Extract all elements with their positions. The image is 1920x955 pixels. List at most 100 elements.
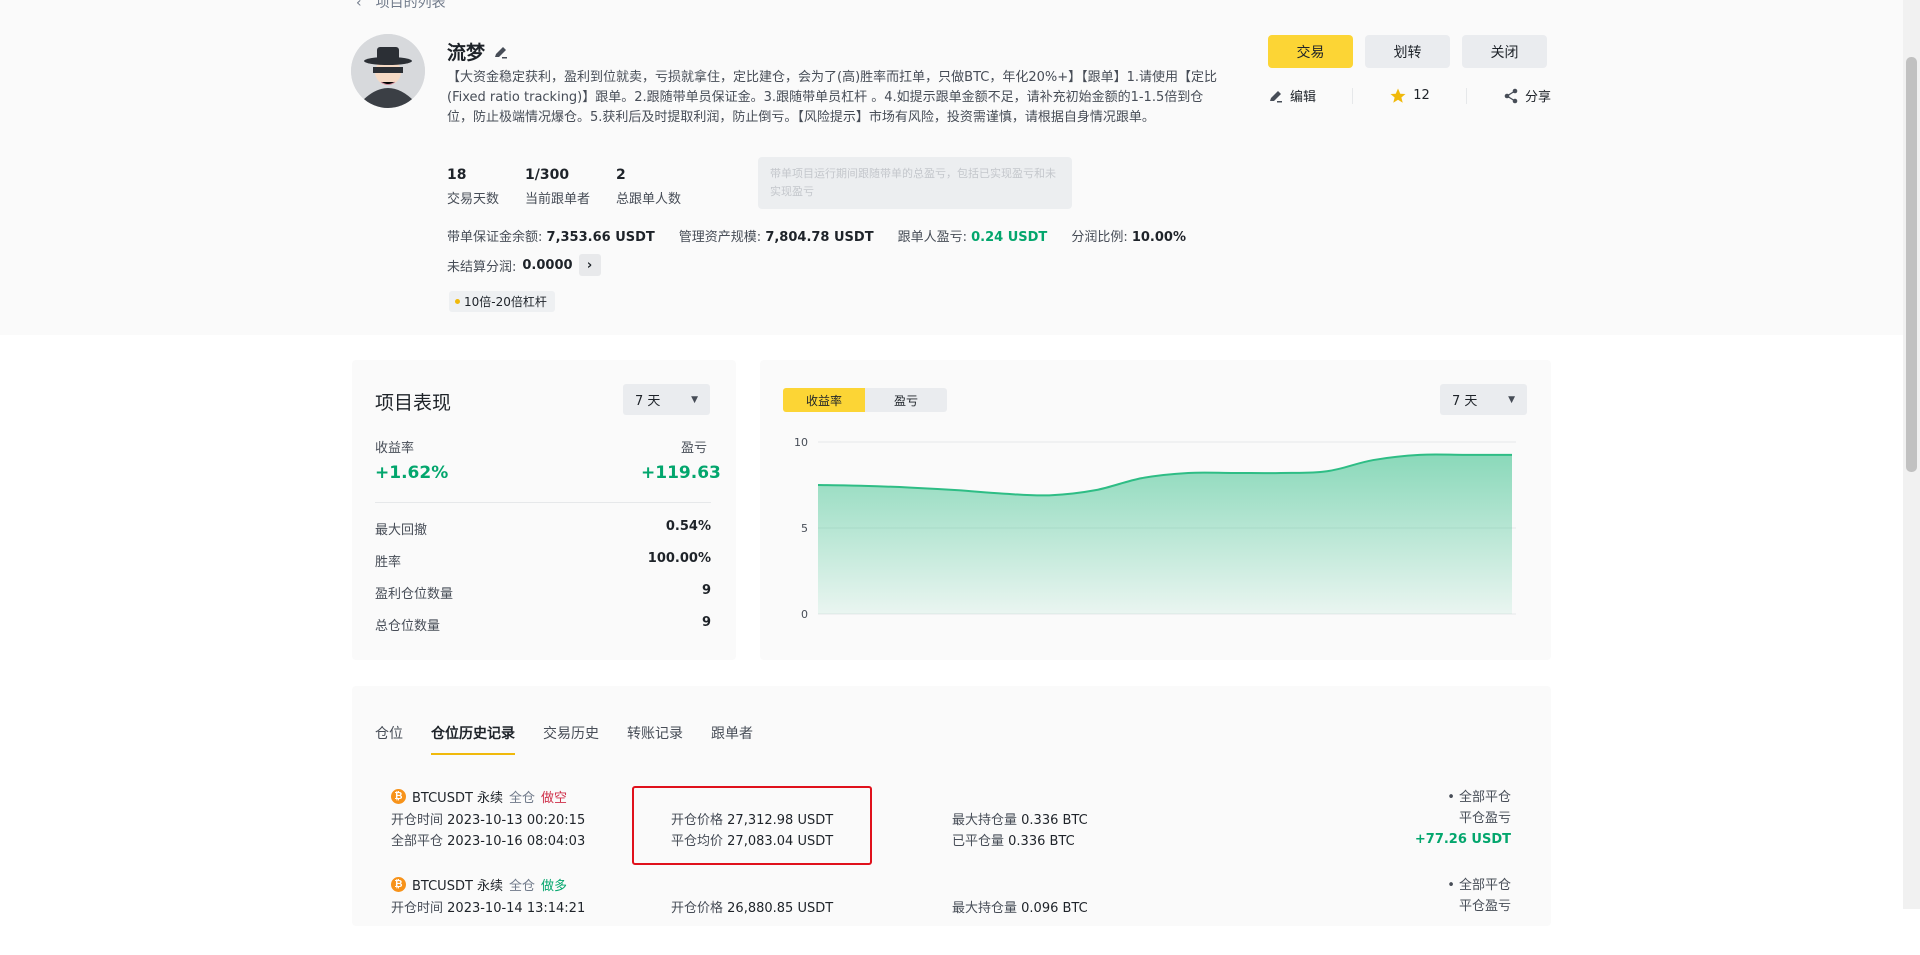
transfer-button[interactable]: 划转	[1365, 35, 1450, 68]
edit-action[interactable]: 编辑	[1268, 86, 1316, 105]
tab-followers[interactable]: 跟单者	[711, 723, 753, 743]
pending-value: 0.0000	[522, 258, 572, 273]
back-link-label: 项目的列表	[376, 0, 446, 11]
row-value: 9	[702, 615, 711, 634]
row-label: 总仓位数量	[375, 615, 440, 634]
stat-value: 18	[447, 167, 499, 183]
tab-positions[interactable]: 仓位	[375, 723, 403, 743]
close-button[interactable]: 关闭	[1462, 35, 1547, 68]
open-time-label: 开仓时间	[391, 813, 443, 828]
stat-trading-days: 18 交易天数	[447, 167, 499, 207]
position-symbol: BTCUSDT 永续	[412, 875, 503, 894]
avatar	[351, 34, 425, 108]
toggle-roi[interactable]: 收益率	[783, 388, 865, 412]
stat-value: 1/300	[525, 167, 590, 183]
metric-value: 7,353.66 USDT	[547, 230, 655, 245]
chart-period-select[interactable]: 7 天 ▼	[1440, 384, 1527, 415]
share-action[interactable]: 分享	[1503, 86, 1551, 105]
stat-current-followers: 1/300 当前跟单者	[525, 167, 590, 207]
y-tick-label: 10	[794, 436, 808, 449]
roi-chart: 0 5 10	[780, 430, 1520, 630]
stat-label: 当前跟单者	[525, 188, 590, 207]
position-sizes: 最大持仓量 0.336 BTC 已平仓量 0.336 BTC	[952, 810, 1088, 852]
leverage-tag: 10倍-20倍杠杆	[449, 291, 555, 312]
tab-trade-history[interactable]: 交易历史	[543, 723, 599, 743]
position-side: 做空	[541, 787, 567, 806]
share-label: 分享	[1525, 86, 1551, 105]
dot-icon	[455, 299, 460, 304]
stat-label: 总跟单人数	[616, 188, 681, 207]
share-icon	[1503, 88, 1519, 104]
metric-value: 0.24 USDT	[971, 230, 1047, 245]
edit-name-icon[interactable]	[493, 44, 509, 60]
position-history-item: ₿ BTCUSDT 永续 全仓 做多 开仓时间 2023-10-14 13:14…	[391, 875, 1511, 955]
follower-pnl-tooltip: 带单项目运行期间跟随带单的总盈亏，包括已实现盈亏和未实现盈亏	[758, 157, 1072, 209]
toggle-pnl[interactable]: 盈亏	[865, 388, 947, 412]
metric-label: 带单保证金余额:	[447, 230, 542, 245]
favorite-count: 12	[1413, 88, 1430, 103]
row-label: 盈利仓位数量	[375, 583, 453, 602]
row-label: 胜率	[375, 551, 401, 570]
position-times: 开仓时间 2023-10-13 00:20:15 全部平仓 2023-10-16…	[391, 810, 585, 852]
divider	[1352, 88, 1353, 104]
highlight-box	[632, 786, 872, 865]
pending-profit-share: 未结算分润: 0.0000 ›	[447, 254, 601, 276]
scrollbar-thumb[interactable]	[1906, 57, 1917, 472]
max-size-value: 0.336 BTC	[1021, 813, 1088, 828]
tab-position-history[interactable]: 仓位历史记录	[431, 723, 515, 743]
project-metrics: 带单保证金余额: 7,353.66 USDT 管理资产规模: 7,804.78 …	[447, 226, 1186, 245]
stat-row-profitable-positions: 盈利仓位数量9	[375, 583, 711, 602]
positions-tabs: 仓位 仓位历史记录 交易历史 转账记录 跟单者	[375, 723, 753, 743]
stat-total-followers: 2 总跟单人数	[616, 167, 681, 207]
position-header: ₿ BTCUSDT 永续 全仓 做多	[391, 875, 567, 894]
row-label: 最大回撤	[375, 519, 427, 538]
back-link[interactable]: ‹ 项目的列表	[356, 0, 446, 12]
trader-name: 流梦	[447, 38, 485, 65]
position-status: • 全部平仓	[1415, 787, 1511, 808]
roi-label: 收益率	[375, 437, 414, 456]
metric-label: 分润比例:	[1071, 230, 1127, 245]
performance-title: 项目表现	[375, 388, 451, 415]
caret-down-icon: ▼	[1508, 395, 1515, 405]
row-value: 0.54%	[666, 519, 711, 538]
aum: 管理资产规模: 7,804.78 USDT	[679, 226, 874, 245]
margin-mode: 全仓	[509, 875, 535, 894]
pending-label: 未结算分润:	[447, 256, 516, 275]
roi-value: +1.62%	[375, 463, 448, 483]
metric-value: 7,804.78 USDT	[765, 230, 873, 245]
bitcoin-icon: ₿	[391, 877, 406, 892]
performance-period-select[interactable]: 7 天▼	[623, 384, 710, 415]
bitcoin-icon: ₿	[391, 789, 406, 804]
period-value: 7 天	[635, 390, 660, 409]
trade-button[interactable]: 交易	[1268, 35, 1353, 68]
stat-row-total-positions: 总仓位数量 9	[375, 615, 711, 634]
follower-pnl[interactable]: 跟单人盈亏: 0.24 USDT	[898, 226, 1048, 245]
row-value: 100.00%	[648, 551, 711, 570]
pnl-value: +119.63	[641, 463, 711, 483]
margin-balance: 带单保证金余额: 7,353.66 USDT	[447, 226, 655, 245]
y-tick-label: 0	[801, 608, 808, 621]
pnl-value: +77.26 USDT	[1415, 829, 1511, 850]
divider	[1466, 88, 1467, 104]
position-result: • 全部平仓 平仓盈亏	[1447, 875, 1511, 917]
edit-label: 编辑	[1290, 86, 1316, 105]
favorite-action[interactable]: 12	[1389, 87, 1430, 105]
star-icon	[1389, 87, 1407, 105]
action-buttons: 交易 划转 关闭	[1268, 35, 1547, 68]
chevron-left-icon: ‹	[356, 0, 362, 11]
position-result: • 全部平仓 平仓盈亏 +77.26 USDT	[1415, 787, 1511, 850]
y-tick-label: 5	[801, 522, 808, 535]
position-side: 做多	[541, 875, 567, 894]
tab-transfer-records[interactable]: 转账记录	[627, 723, 683, 743]
position-symbol: BTCUSDT 永续	[412, 787, 503, 806]
stat-value: 2	[616, 167, 681, 183]
period-value: 7 天	[1452, 390, 1477, 409]
pnl-label: 平仓盈亏	[1415, 808, 1511, 829]
closed-size-label: 已平仓量	[952, 834, 1004, 849]
pnl-label: 盈亏	[681, 437, 707, 456]
chevron-right-icon[interactable]: ›	[579, 254, 601, 276]
chart-metric-toggle: 收益率 盈亏	[783, 388, 947, 412]
position-status: • 全部平仓	[1447, 875, 1511, 896]
tag-label: 10倍-20倍杠杆	[464, 293, 547, 310]
metric-value: 10.00%	[1132, 230, 1186, 245]
